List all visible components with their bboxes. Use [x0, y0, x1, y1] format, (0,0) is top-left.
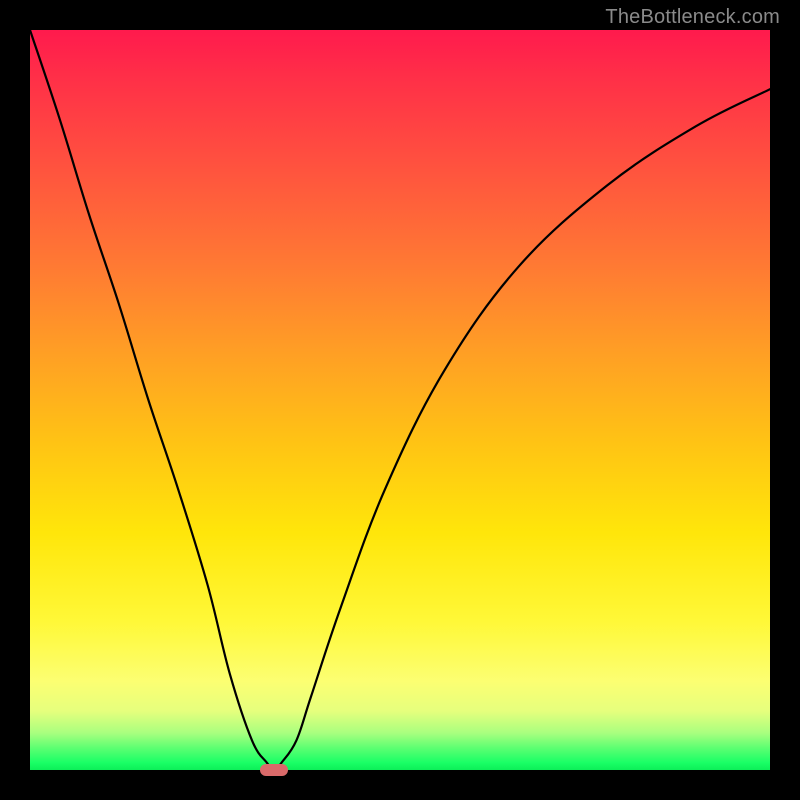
minimum-marker	[260, 764, 288, 776]
bottleneck-curve	[30, 30, 770, 770]
watermark-text: TheBottleneck.com	[605, 6, 780, 29]
plot-area	[30, 30, 770, 770]
chart-frame: TheBottleneck.com	[0, 0, 800, 800]
